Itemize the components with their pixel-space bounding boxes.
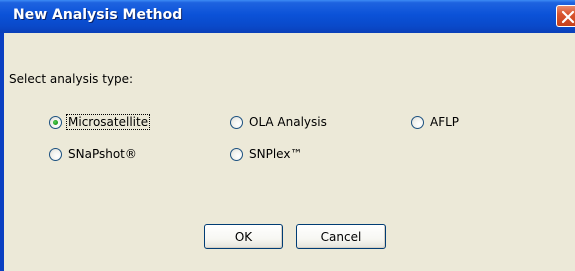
radio-label-snplex: SNPlex™	[249, 147, 303, 161]
window-title: New Analysis Method	[13, 7, 183, 23]
radio-button[interactable]	[49, 147, 62, 161]
close-button[interactable]	[556, 5, 575, 27]
close-icon	[561, 10, 575, 24]
radio-button[interactable]	[411, 115, 424, 129]
title-bar[interactable]: New Analysis Method	[0, 0, 575, 33]
radio-ola-analysis[interactable]: OLA Analysis	[230, 113, 328, 131]
analysis-type-prompt: Select analysis type:	[9, 72, 134, 86]
radio-snapshot[interactable]: SNaPshot®	[49, 145, 138, 163]
radio-aflp[interactable]: AFLP	[411, 113, 460, 131]
radio-microsatellite[interactable]: Microsatellite	[49, 113, 151, 131]
radio-label-snapshot: SNaPshot®	[68, 147, 137, 161]
radio-button[interactable]	[230, 115, 243, 129]
radio-snplex[interactable]: SNPlex™	[230, 145, 303, 163]
radio-label-ola-analysis: OLA Analysis	[249, 115, 327, 129]
radio-button-selected[interactable]	[49, 115, 62, 129]
radio-button[interactable]	[230, 147, 243, 161]
cancel-button[interactable]: Cancel	[296, 224, 386, 249]
radio-label-aflp: AFLP	[430, 115, 460, 129]
ok-button[interactable]: OK	[204, 224, 283, 249]
radio-label-microsatellite: Microsatellite	[65, 114, 151, 130]
dialog-window: New Analysis Method Select analysis type…	[0, 0, 575, 271]
